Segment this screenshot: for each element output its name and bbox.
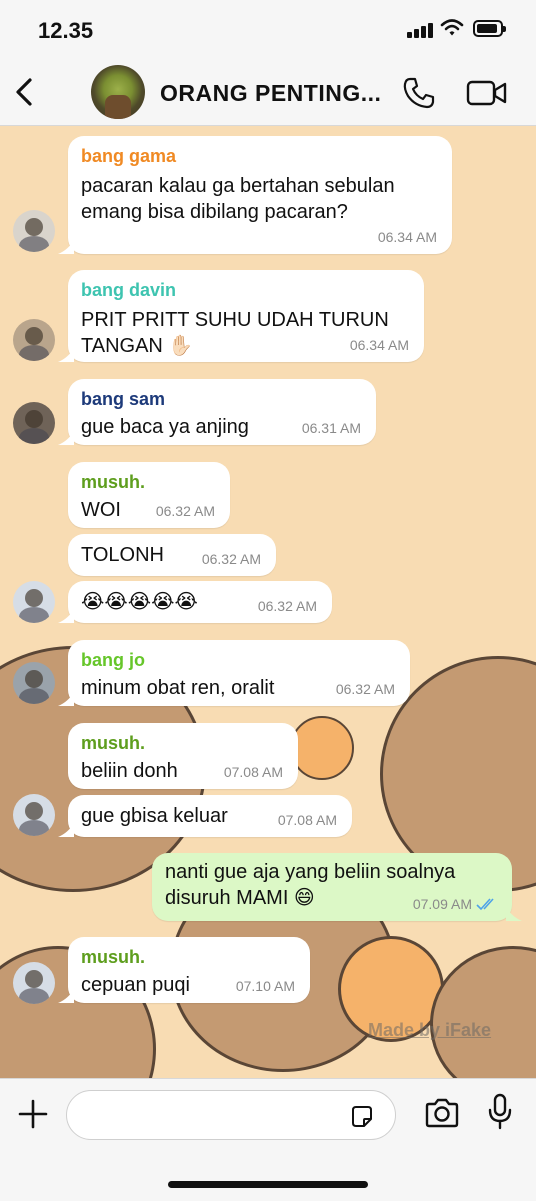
group-avatar[interactable]	[91, 65, 145, 119]
message-bubble[interactable]: bang davin PRIT PRITT SUHU UDAH TURUN TA…	[68, 270, 424, 362]
message-sender: musuh.	[81, 472, 146, 492]
message-time: 06.34 AM	[349, 337, 409, 353]
message-time: 06.32 AM	[335, 681, 395, 697]
avatar-musuh[interactable]	[13, 581, 55, 623]
message-bubble[interactable]: musuh. beliin donh 07.08 AM	[68, 723, 298, 789]
avatar-bang-davin[interactable]	[13, 319, 55, 361]
wallpaper-orange	[290, 716, 354, 780]
back-chevron-icon[interactable]	[12, 74, 38, 110]
bubble-tail	[58, 989, 74, 1003]
message-time: 06.34 AM	[377, 229, 437, 245]
bubble-tail	[58, 348, 74, 362]
bubble-tail	[58, 609, 74, 623]
message-bubble[interactable]: musuh. cepuan puqi 07.10 AM	[68, 937, 310, 1003]
bubble-tail	[58, 692, 74, 706]
bubble-tail	[58, 240, 74, 254]
wifi-icon	[440, 19, 464, 36]
avatar-musuh[interactable]	[13, 962, 55, 1004]
microphone-icon[interactable]	[488, 1093, 512, 1131]
wallpaper-capybara	[430, 946, 536, 1078]
avatar-bang-gama[interactable]	[13, 210, 55, 252]
message-text: PRIT PRITT SUHU UDAH TURUN	[81, 309, 389, 331]
message-time: 07.09 AM	[412, 896, 472, 912]
plus-icon[interactable]	[18, 1099, 48, 1129]
message-time: 07.10 AM	[235, 978, 295, 994]
message-bubble[interactable]: TOLONH 06.32 AM	[68, 534, 276, 576]
sticker-icon[interactable]	[349, 1104, 375, 1130]
chat-area[interactable]: bang gama pacaran kalau ga bertahan sebu…	[0, 126, 536, 1078]
avatar-bang-jo[interactable]	[13, 662, 55, 704]
message-text: pacaran kalau ga bertahan sebulan	[81, 175, 395, 197]
message-bubble[interactable]: bang sam gue baca ya anjing 06.31 AM	[68, 379, 376, 445]
message-sender: bang gama	[81, 146, 177, 166]
double-check-icon	[476, 898, 494, 911]
message-bubble[interactable]: gue gbisa keluar 07.08 AM	[68, 795, 352, 837]
message-time: 07.08 AM	[277, 812, 337, 828]
camera-icon[interactable]	[424, 1097, 460, 1129]
message-bubble[interactable]: musuh. WOI 06.32 AM	[68, 462, 230, 528]
battery-icon	[473, 20, 506, 37]
phone-icon[interactable]	[402, 76, 436, 110]
bubble-tail	[506, 907, 522, 921]
message-text: nanti gue aja yang beliin soalnya	[165, 861, 456, 883]
bubble-tail	[58, 823, 74, 837]
message-text: emang bisa dibilang pacaran?	[81, 201, 348, 223]
watermark: Made by iFake	[368, 1020, 492, 1040]
message-input[interactable]	[66, 1090, 396, 1140]
chat-title[interactable]: ORANG PENTING...	[160, 80, 381, 107]
bubble-tail	[58, 431, 74, 445]
message-time: 06.32 AM	[257, 598, 317, 614]
message-sender: bang jo	[81, 650, 145, 670]
input-bar	[0, 1078, 536, 1201]
message-sender: bang sam	[81, 389, 166, 409]
message-bubble[interactable]: bang jo minum obat ren, oralit 06.32 AM	[68, 640, 410, 706]
avatar-musuh[interactable]	[13, 794, 55, 836]
message-time: 07.08 AM	[223, 764, 283, 780]
message-bubble[interactable]: bang gama pacaran kalau ga bertahan sebu…	[68, 136, 452, 254]
status-time: 12.35	[38, 18, 94, 43]
message-bubble-outgoing[interactable]: nanti gue aja yang beliin soalnya disuru…	[152, 853, 512, 921]
chat-header: ORANG PENTING...	[0, 60, 536, 126]
message-sender: bang davin	[81, 280, 177, 300]
message-bubble[interactable]: 😭😭😭😭😭 06.32 AM	[68, 581, 332, 623]
message-time: 06.32 AM	[155, 503, 215, 519]
home-indicator	[168, 1181, 368, 1188]
avatar-bang-sam[interactable]	[13, 402, 55, 444]
message-sender: musuh.	[81, 733, 146, 753]
status-bar: 12.35	[0, 0, 536, 60]
message-sender: musuh.	[81, 947, 146, 967]
video-icon[interactable]	[466, 78, 508, 108]
signal-icon	[407, 22, 435, 38]
message-time: 06.32 AM	[201, 551, 261, 567]
message-time: 06.31 AM	[301, 420, 361, 436]
